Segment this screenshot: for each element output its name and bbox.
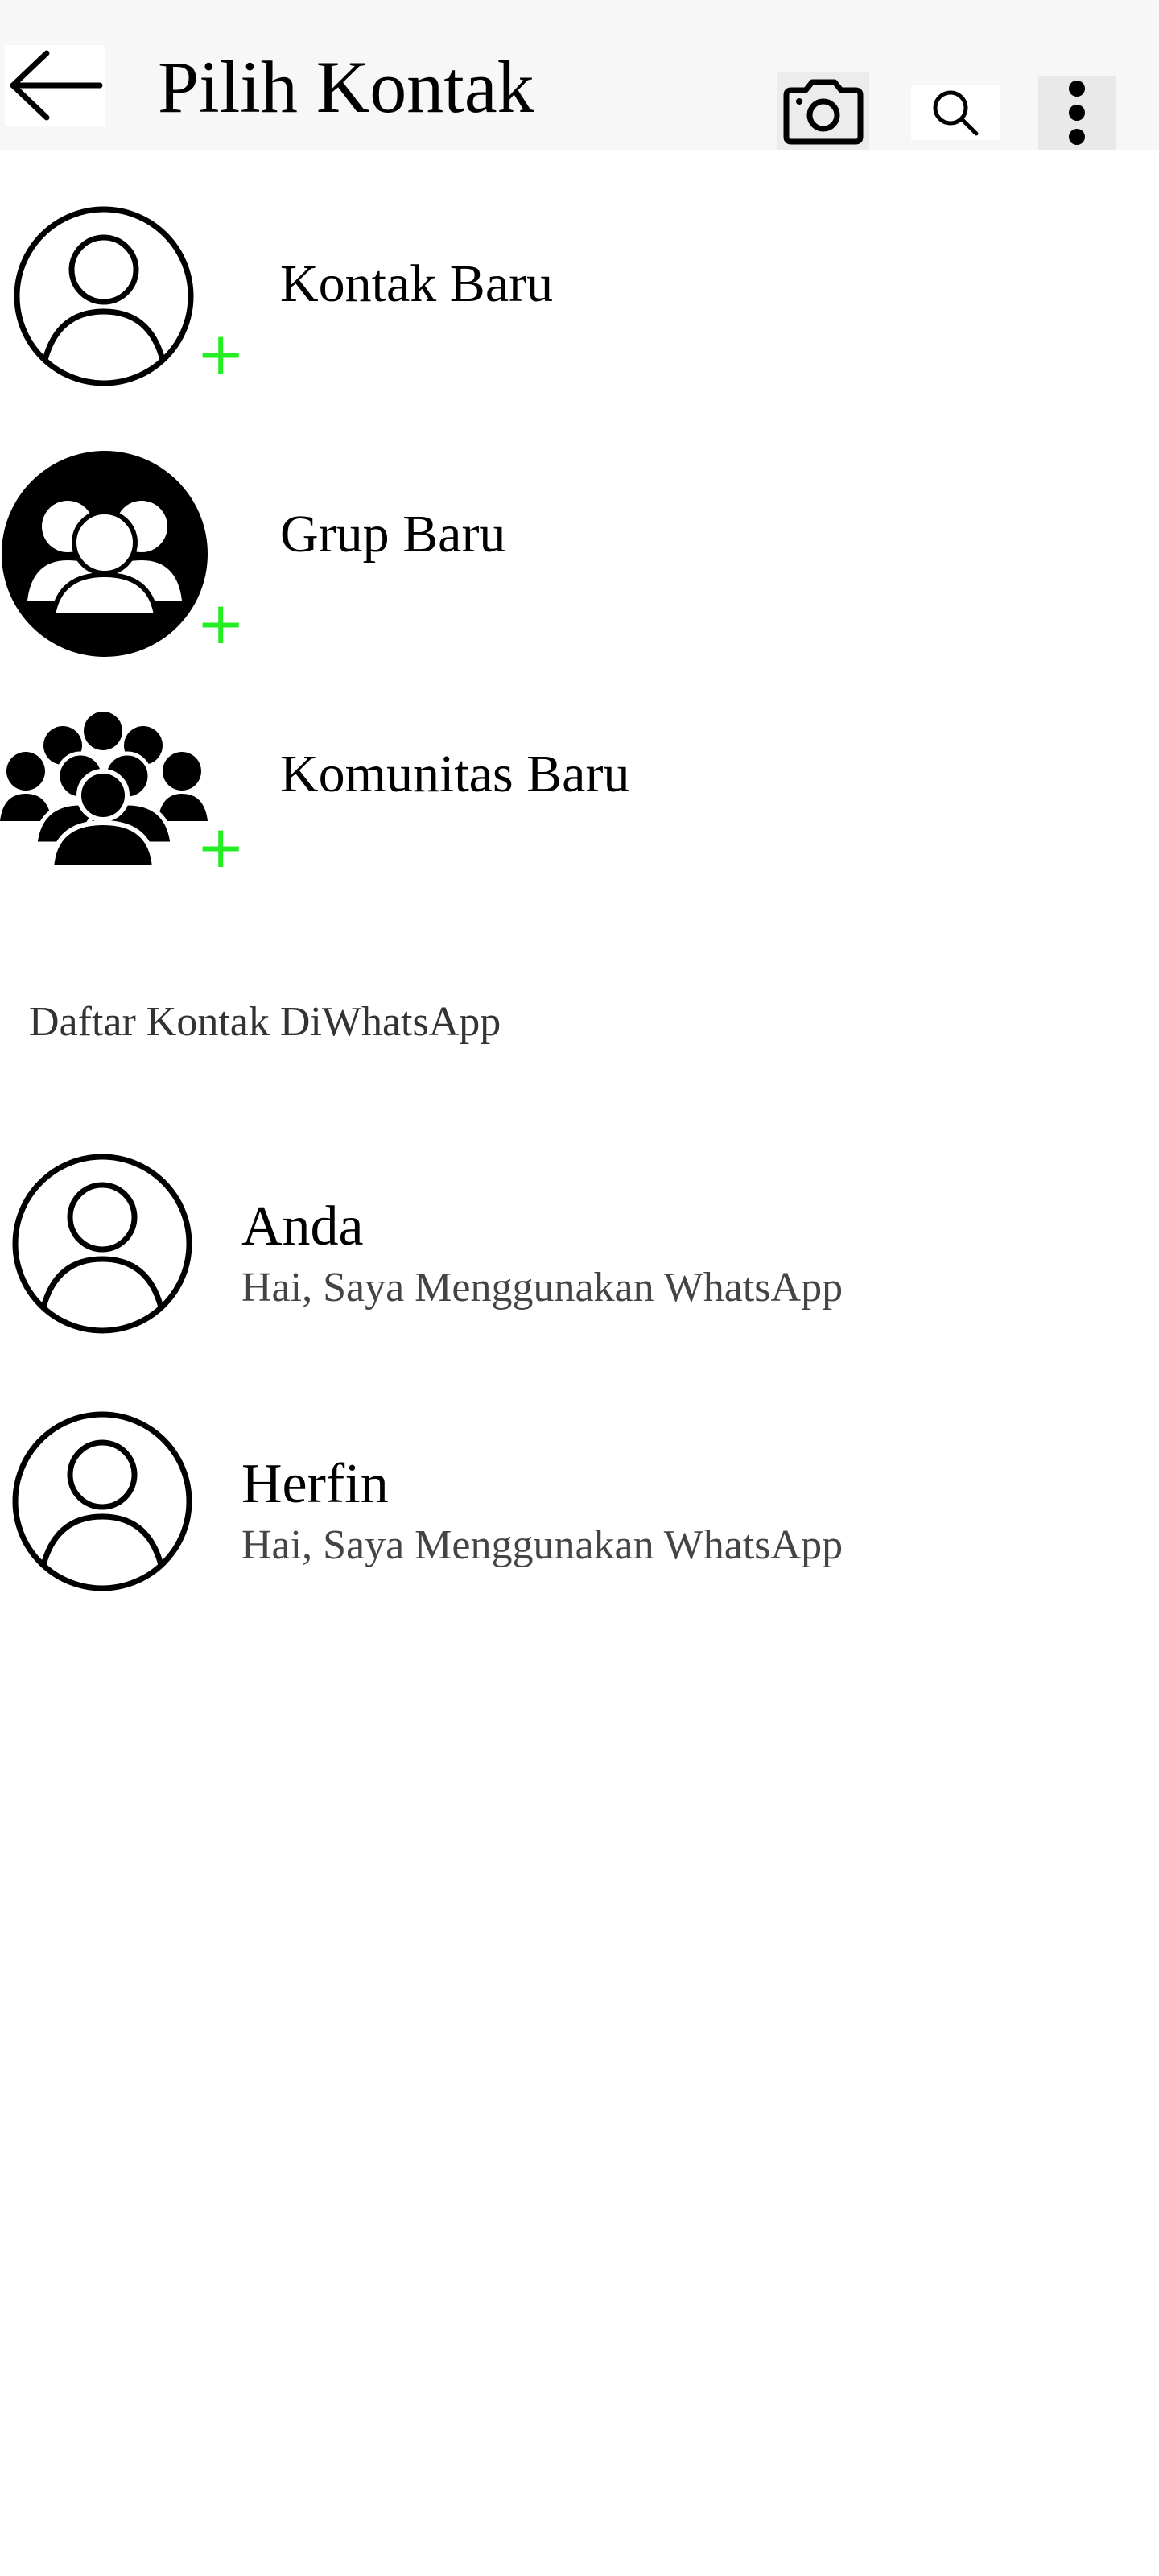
camera-button[interactable] [777, 72, 869, 150]
section-header: Daftar Kontak DiWhatsApp [29, 999, 501, 1045]
contact-status: Hai, Saya Menggunakan WhatsApp [241, 1265, 843, 1311]
group-icon [2, 451, 208, 657]
search-icon [933, 90, 979, 136]
new-contact-row[interactable]: + Kontak Baru [0, 205, 1159, 398]
avatar-icon [12, 1154, 192, 1334]
contact-item[interactable]: Herfin Hai, Saya Menggunakan WhatsApp [0, 1410, 1159, 1604]
more-vertical-icon [1069, 80, 1085, 145]
contact-name: Herfin [241, 1453, 389, 1515]
community-icon [0, 712, 208, 869]
contact-item[interactable]: Anda Hai, Saya Menggunakan WhatsApp [0, 1153, 1159, 1346]
new-contact-label: Kontak Baru [280, 254, 554, 313]
camera-icon [783, 79, 864, 145]
more-options-button[interactable] [1038, 76, 1116, 150]
plus-badge: + [196, 813, 245, 881]
new-community-row[interactable]: + Komunitas Baru [0, 708, 1159, 886]
new-group-label: Grup Baru [280, 505, 506, 564]
contact-name: Anda [241, 1195, 364, 1257]
contact-status: Hai, Saya Menggunakan WhatsApp [241, 1522, 843, 1568]
avatar-icon [12, 1411, 192, 1591]
user-outline-icon [14, 206, 194, 386]
plus-badge: + [196, 589, 245, 657]
top-app-bar: Pilih Kontak [0, 0, 1159, 150]
search-button[interactable] [911, 85, 1000, 140]
page-title: Pilih Kontak [158, 46, 534, 128]
arrow-left-icon [10, 50, 103, 121]
new-community-label: Komunitas Baru [280, 745, 630, 803]
plus-badge: + [196, 320, 245, 387]
back-button[interactable] [5, 45, 105, 126]
new-group-row[interactable]: + Grup Baru [0, 449, 1159, 658]
